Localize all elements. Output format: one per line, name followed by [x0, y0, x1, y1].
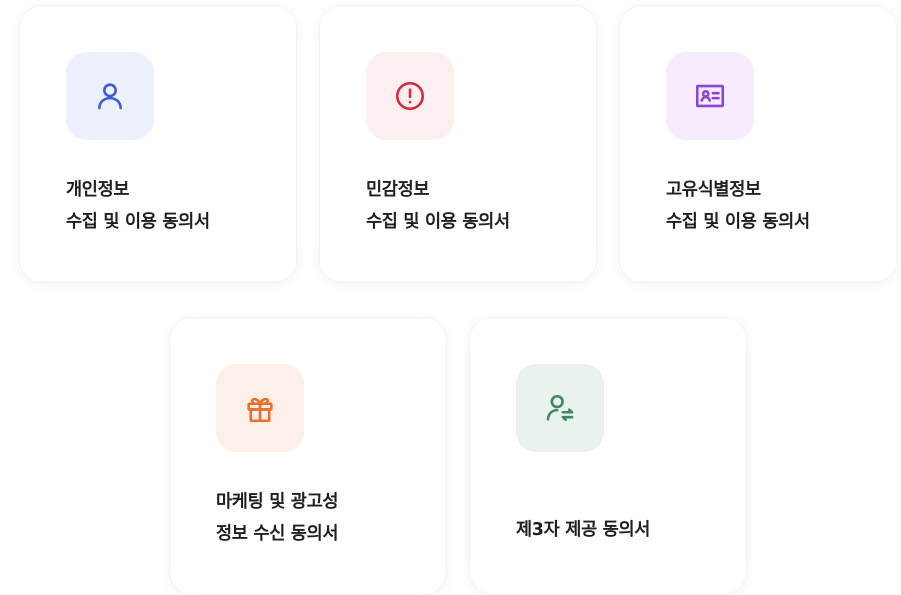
card-title: 민감정보 수집 및 이용 동의서: [366, 174, 576, 238]
icon-container: [216, 364, 304, 452]
person-icon: [98, 83, 122, 110]
card-unique-identifier-consent[interactable]: 고유식별정보 수집 및 이용 동의서: [620, 6, 896, 282]
card-title-line-1: 마케팅 및 광고성: [216, 492, 339, 512]
person-transfer-icon: [546, 394, 574, 422]
card-title: 마케팅 및 광고성 정보 수신 동의서: [216, 486, 426, 550]
alert-circle-icon: [395, 81, 425, 111]
id-card-icon: [695, 84, 725, 108]
card-title-line-1: 개인정보: [66, 180, 130, 200]
icon-container: [516, 364, 604, 452]
card-title-line-2: 정보 수신 동의서: [216, 524, 339, 544]
card-title-line-1: 제3자 제공 동의서: [516, 520, 651, 540]
icon-container: [366, 52, 454, 140]
card-title-line-1: 민감정보: [366, 180, 430, 200]
icon-container: [66, 52, 154, 140]
card-marketing-consent[interactable]: 마케팅 및 광고성 정보 수신 동의서: [170, 318, 446, 594]
card-title-line-2: 수집 및 이용 동의서: [66, 212, 210, 232]
card-title: 고유식별정보 수집 및 이용 동의서: [666, 174, 876, 238]
consent-form-grid: 개인정보 수집 및 이용 동의서 민감정보 수집 및 이용 동의서 고유식별정보…: [0, 0, 901, 595]
card-sensitive-info-consent[interactable]: 민감정보 수집 및 이용 동의서: [320, 6, 596, 282]
card-personal-info-consent[interactable]: 개인정보 수집 및 이용 동의서: [20, 6, 296, 282]
card-title-line-2: 수집 및 이용 동의서: [366, 212, 510, 232]
gift-icon: [247, 397, 273, 423]
card-title-line-1: 고유식별정보: [666, 180, 761, 200]
icon-container: [666, 52, 754, 140]
card-title: 제3자 제공 동의서: [516, 514, 726, 546]
card-title-line-2: 수집 및 이용 동의서: [666, 212, 810, 232]
card-title: 개인정보 수집 및 이용 동의서: [66, 174, 276, 238]
card-third-party-consent[interactable]: 제3자 제공 동의서: [470, 318, 746, 594]
